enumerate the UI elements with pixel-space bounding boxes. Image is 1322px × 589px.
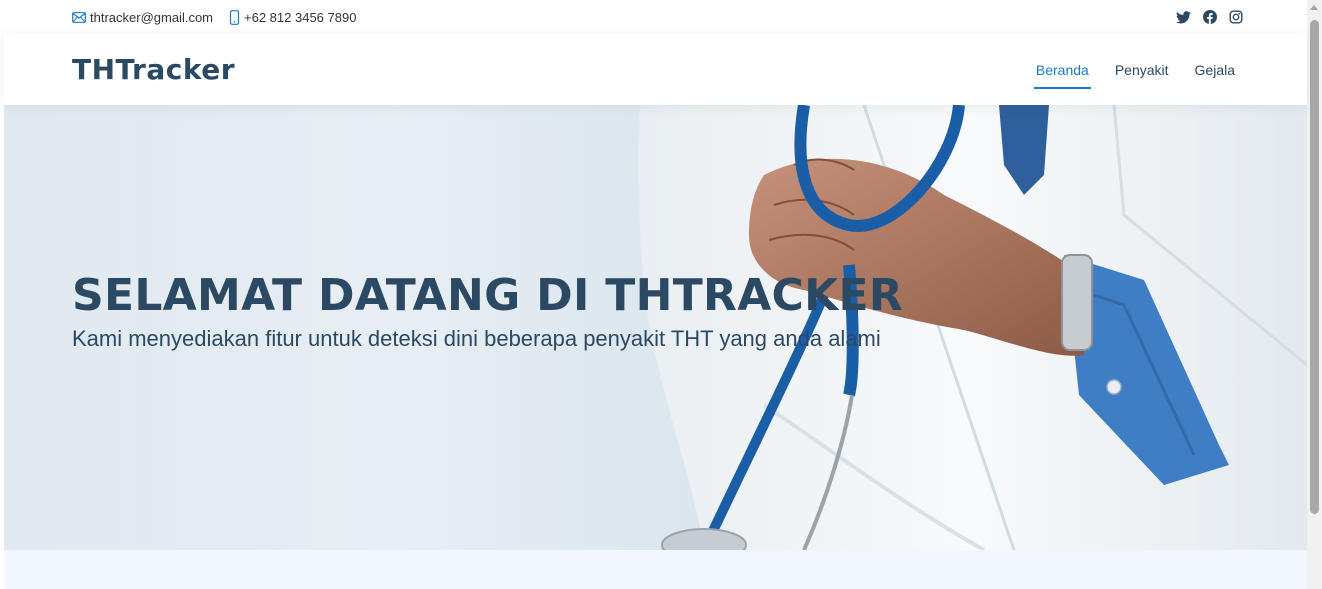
- social-links: [1176, 0, 1243, 34]
- envelope-icon: [72, 11, 86, 23]
- hero-title: SELAMAT DATANG DI THTRACKER: [72, 270, 904, 321]
- phone-text: +62 812 3456 7890: [244, 9, 357, 25]
- top-bar: thtracker@gmail.com +62 812 3456 7890: [4, 0, 1307, 34]
- instagram-icon[interactable]: [1229, 10, 1243, 24]
- section-band: [4, 550, 1307, 589]
- email-text: thtracker@gmail.com: [90, 9, 214, 25]
- site-header: THTracker Beranda Penyakit Gejala: [4, 34, 1307, 105]
- main-nav: Beranda Penyakit Gejala: [1033, 34, 1237, 105]
- phone-icon: [229, 9, 240, 25]
- contact-info: thtracker@gmail.com +62 812 3456 7890: [72, 0, 356, 34]
- email-contact[interactable]: thtracker@gmail.com: [72, 10, 213, 25]
- scroll-up-arrow-icon[interactable]: [1310, 5, 1318, 10]
- site-logo[interactable]: THTracker: [72, 53, 235, 86]
- scroll-thumb[interactable]: [1310, 20, 1319, 514]
- nav-gejala[interactable]: Gejala: [1193, 56, 1237, 84]
- nav-beranda[interactable]: Beranda: [1033, 56, 1091, 89]
- twitter-icon[interactable]: [1176, 10, 1191, 24]
- facebook-icon[interactable]: [1203, 10, 1217, 24]
- page-scrollbar[interactable]: [1307, 0, 1322, 589]
- hero-section: SELAMAT DATANG DI THTRACKER Kami menyedi…: [4, 105, 1307, 550]
- page: thtracker@gmail.com +62 812 3456 7890 TH…: [4, 0, 1307, 589]
- nav-penyakit[interactable]: Penyakit: [1113, 56, 1171, 84]
- hero-subtitle: Kami menyediakan fitur untuk deteksi din…: [72, 326, 881, 351]
- phone-contact[interactable]: +62 812 3456 7890: [229, 10, 356, 25]
